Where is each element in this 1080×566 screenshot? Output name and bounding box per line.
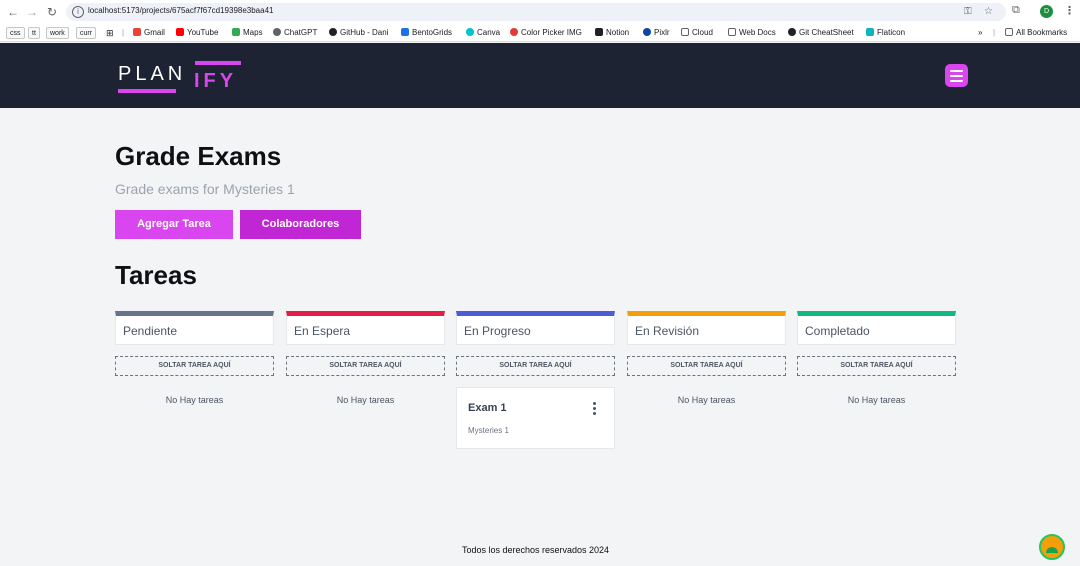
bookmarks-bar: css tt work curr ⊞ | Gmail YouTube Maps … bbox=[0, 24, 1080, 42]
bookmark-css[interactable]: css bbox=[6, 27, 25, 39]
empty-state: No Hay tareas bbox=[336, 395, 395, 405]
extensions-icon[interactable]: ⧉ bbox=[1012, 4, 1020, 17]
browser-menu-icon[interactable]: ⋮ bbox=[1064, 4, 1075, 17]
gmail-icon bbox=[133, 28, 141, 36]
github-icon bbox=[329, 28, 337, 36]
pixlr-icon bbox=[643, 28, 651, 36]
logo-text-main: PLAN bbox=[118, 63, 187, 85]
collaborators-button[interactable]: Colaboradores bbox=[240, 210, 361, 239]
bookmark-notion[interactable]: Notion bbox=[595, 27, 629, 39]
project-description: Grade exams for Mysteries 1 bbox=[115, 181, 295, 197]
task-title[interactable]: Exam 1 bbox=[468, 402, 507, 414]
folder-icon bbox=[681, 28, 689, 36]
folder-icon bbox=[1005, 28, 1013, 36]
column-header: En Revisión bbox=[627, 311, 786, 345]
maps-icon bbox=[232, 28, 240, 36]
bookmark-flaticon[interactable]: Flaticon bbox=[866, 27, 905, 39]
column-en-espera: En Espera SOLTAR TAREA AQUÍ No Hay tarea… bbox=[286, 311, 445, 405]
bookmark-curr[interactable]: curr bbox=[76, 27, 97, 39]
address-bar[interactable]: i localhost:5173/projects/675acf7f67cd19… bbox=[66, 3, 1006, 21]
bookmark-bentogrids[interactable]: BentoGrids bbox=[401, 27, 452, 39]
logo-bar-top bbox=[195, 61, 241, 65]
column-title: Pendiente bbox=[123, 324, 178, 338]
task-options-icon[interactable] bbox=[591, 402, 597, 418]
bookmark-git-cheatsheet[interactable]: Git CheatSheet bbox=[788, 27, 854, 39]
github-icon bbox=[788, 28, 796, 36]
youtube-icon bbox=[176, 28, 184, 36]
bookmark-divider: | bbox=[122, 28, 125, 37]
drop-zone[interactable]: SOLTAR TAREA AQUÍ bbox=[286, 356, 445, 376]
drop-zone[interactable]: SOLTAR TAREA AQUÍ bbox=[797, 356, 956, 376]
back-icon[interactable]: ← bbox=[5, 4, 21, 20]
colorpicker-icon bbox=[510, 28, 518, 36]
app-header: PLAN IFY bbox=[0, 43, 1080, 108]
empty-state: No Hay tareas bbox=[165, 395, 224, 405]
drop-zone[interactable]: SOLTAR TAREA AQUÍ bbox=[115, 356, 274, 376]
bookmark-chatgpt[interactable]: ChatGPT bbox=[273, 27, 317, 39]
bookmark-color-picker[interactable]: Color Picker IMG bbox=[510, 27, 582, 39]
project-title: Grade Exams bbox=[115, 141, 282, 171]
folder-icon bbox=[728, 28, 736, 36]
password-key-icon[interactable]: ⚿ bbox=[964, 6, 972, 17]
bentogrids-icon bbox=[401, 28, 409, 36]
bookmark-work[interactable]: work bbox=[46, 27, 69, 39]
hamburger-menu-icon[interactable] bbox=[945, 64, 968, 87]
bookmark-youtube[interactable]: YouTube bbox=[176, 27, 218, 39]
notion-icon bbox=[595, 28, 603, 36]
logo-text-accent: IFY bbox=[194, 70, 238, 92]
add-task-button[interactable]: Agregar Tarea bbox=[115, 210, 233, 239]
bookmark-cloud[interactable]: Cloud bbox=[681, 27, 713, 39]
column-header: En Progreso bbox=[456, 311, 615, 345]
site-info-icon[interactable]: i bbox=[72, 6, 84, 18]
column-completado: Completado SOLTAR TAREA AQUÍ No Hay tare… bbox=[797, 311, 956, 405]
column-title: En Revisión bbox=[635, 324, 700, 338]
footer-copyright: Todos los derechos reservados 2024 bbox=[461, 545, 610, 555]
bookmark-pixlr[interactable]: Pixlr bbox=[643, 27, 670, 39]
bookmark-divider: | bbox=[993, 28, 996, 37]
drop-zone[interactable]: SOLTAR TAREA AQUÍ bbox=[456, 356, 615, 376]
column-header: Pendiente bbox=[115, 311, 274, 345]
column-title: Completado bbox=[805, 324, 870, 338]
forward-icon[interactable]: → bbox=[24, 4, 40, 20]
empty-state: No Hay tareas bbox=[677, 395, 736, 405]
floating-assistant-icon[interactable] bbox=[1039, 534, 1065, 560]
bookmark-gmail[interactable]: Gmail bbox=[133, 27, 165, 39]
url-text: localhost:5173/projects/675acf7f67cd1939… bbox=[88, 6, 274, 15]
empty-state: No Hay tareas bbox=[847, 395, 906, 405]
bookmark-tt[interactable]: tt bbox=[28, 27, 40, 39]
apps-grid-icon[interactable]: ⊞ bbox=[106, 27, 114, 39]
column-header: Completado bbox=[797, 311, 956, 345]
chatgpt-icon bbox=[273, 28, 281, 36]
column-header: En Espera bbox=[286, 311, 445, 345]
column-title: En Progreso bbox=[464, 324, 531, 338]
column-title: En Espera bbox=[294, 324, 351, 338]
reload-icon[interactable]: ↻ bbox=[44, 4, 60, 20]
drop-zone[interactable]: SOLTAR TAREA AQUÍ bbox=[627, 356, 786, 376]
task-card[interactable]: Exam 1 Mysteries 1 bbox=[456, 387, 615, 449]
column-en-progreso: En Progreso SOLTAR TAREA AQUÍ Exam 1 Mys… bbox=[456, 311, 615, 449]
tasks-heading: Tareas bbox=[115, 260, 197, 290]
browser-toolbar: ← → ↻ i localhost:5173/projects/675acf7f… bbox=[0, 0, 1080, 24]
canva-icon bbox=[466, 28, 474, 36]
column-pendiente: Pendiente SOLTAR TAREA AQUÍ No Hay tarea… bbox=[115, 311, 274, 405]
task-description: Mysteries 1 bbox=[468, 426, 509, 435]
bookmark-web-docs[interactable]: Web Docs bbox=[728, 27, 776, 39]
more-bookmarks-icon[interactable]: » bbox=[978, 27, 982, 39]
bookmark-maps[interactable]: Maps bbox=[232, 27, 263, 39]
flaticon-icon bbox=[866, 28, 874, 36]
logo-bar-bottom bbox=[118, 89, 176, 93]
profile-avatar[interactable]: D bbox=[1040, 5, 1053, 18]
bookmark-star-icon[interactable]: ☆ bbox=[984, 6, 993, 17]
bookmark-github-dani[interactable]: GitHub - Dani bbox=[329, 27, 388, 39]
bookmark-canva[interactable]: Canva bbox=[466, 27, 500, 39]
column-en-revision: En Revisión SOLTAR TAREA AQUÍ No Hay tar… bbox=[627, 311, 786, 405]
all-bookmarks[interactable]: All Bookmarks bbox=[1005, 27, 1067, 39]
